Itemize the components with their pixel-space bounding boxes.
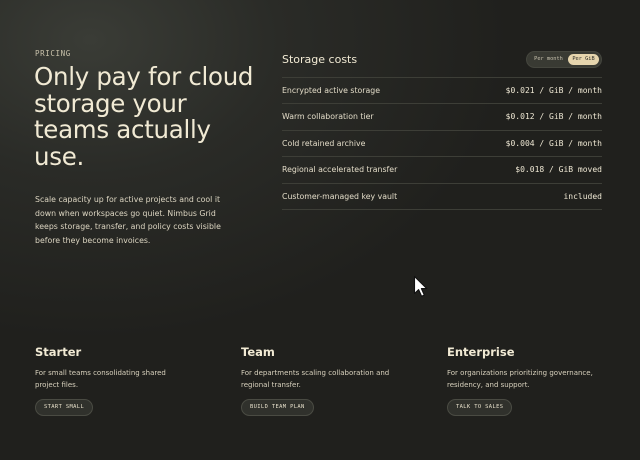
plan-name: Enterprise [447,345,515,359]
cost-row: Cold retained archive $0.004 / GiB / mon… [282,131,602,158]
cost-row-name: Regional accelerated transfer [282,165,398,175]
cost-row: Customer-managed key vault included [282,184,602,210]
cost-row-name: Warm collaboration tier [282,112,374,122]
plan-name: Team [241,345,275,359]
cost-row-name: Cold retained archive [282,138,366,148]
cost-row-price: $0.012 / GiB / month [505,112,602,122]
plan-description: For departments scaling collaboration an… [241,369,390,389]
storage-costs-header: Storage costs Per month Per GiB [282,50,602,77]
hero-description: Scale capacity up for active projects an… [35,195,221,245]
cost-row: Encrypted active storage $0.021 / GiB / … [282,78,602,105]
unit-toggle[interactable]: Per month Per GiB [526,51,602,68]
toggle-option-per-month[interactable]: Per month [531,54,566,65]
plan-card-team: Team For departments scaling collaborati… [241,345,411,416]
mouse-cursor-icon [413,275,428,297]
start-small-button[interactable]: START SMALL [35,399,94,416]
cost-row-name: Encrypted active storage [282,86,381,95]
cost-row: Warm collaboration tier $0.012 / GiB / m… [282,104,602,131]
plan-card-enterprise: Enterprise For organizations prioritizin… [447,345,617,416]
cost-row-price: $0.004 / GiB / month [505,138,602,148]
cost-row-price: $0.018 / GiB moved [515,165,602,175]
storage-costs-title: Storage costs [282,53,358,66]
plan-name: Starter [35,345,82,359]
storage-costs-panel: Storage costs Per month Per GiB Encrypte… [282,50,602,210]
build-team-plan-button[interactable]: BUILD TEAM PLAN [241,399,314,416]
cost-row-name: Customer-managed key vault [282,191,398,201]
cost-table: Encrypted active storage $0.021 / GiB / … [282,77,602,210]
plan-description: For small teams consolidating shared pro… [35,369,166,389]
plan-description: For organizations prioritizing governanc… [447,369,593,389]
cost-row-price: $0.021 / GiB / month [505,86,602,95]
plan-card-starter: Starter For small teams consolidating sh… [35,345,205,416]
cost-row-price: included [563,191,602,201]
talk-to-sales-button[interactable]: TALK TO SALES [447,399,513,416]
cost-row: Regional accelerated transfer $0.018 / G… [282,157,602,184]
pricing-eyebrow: PRICING [35,49,71,58]
page-title: Only pay for cloud storage your teams ac… [34,62,254,171]
toggle-option-per-gib[interactable]: Per GiB [568,54,599,65]
